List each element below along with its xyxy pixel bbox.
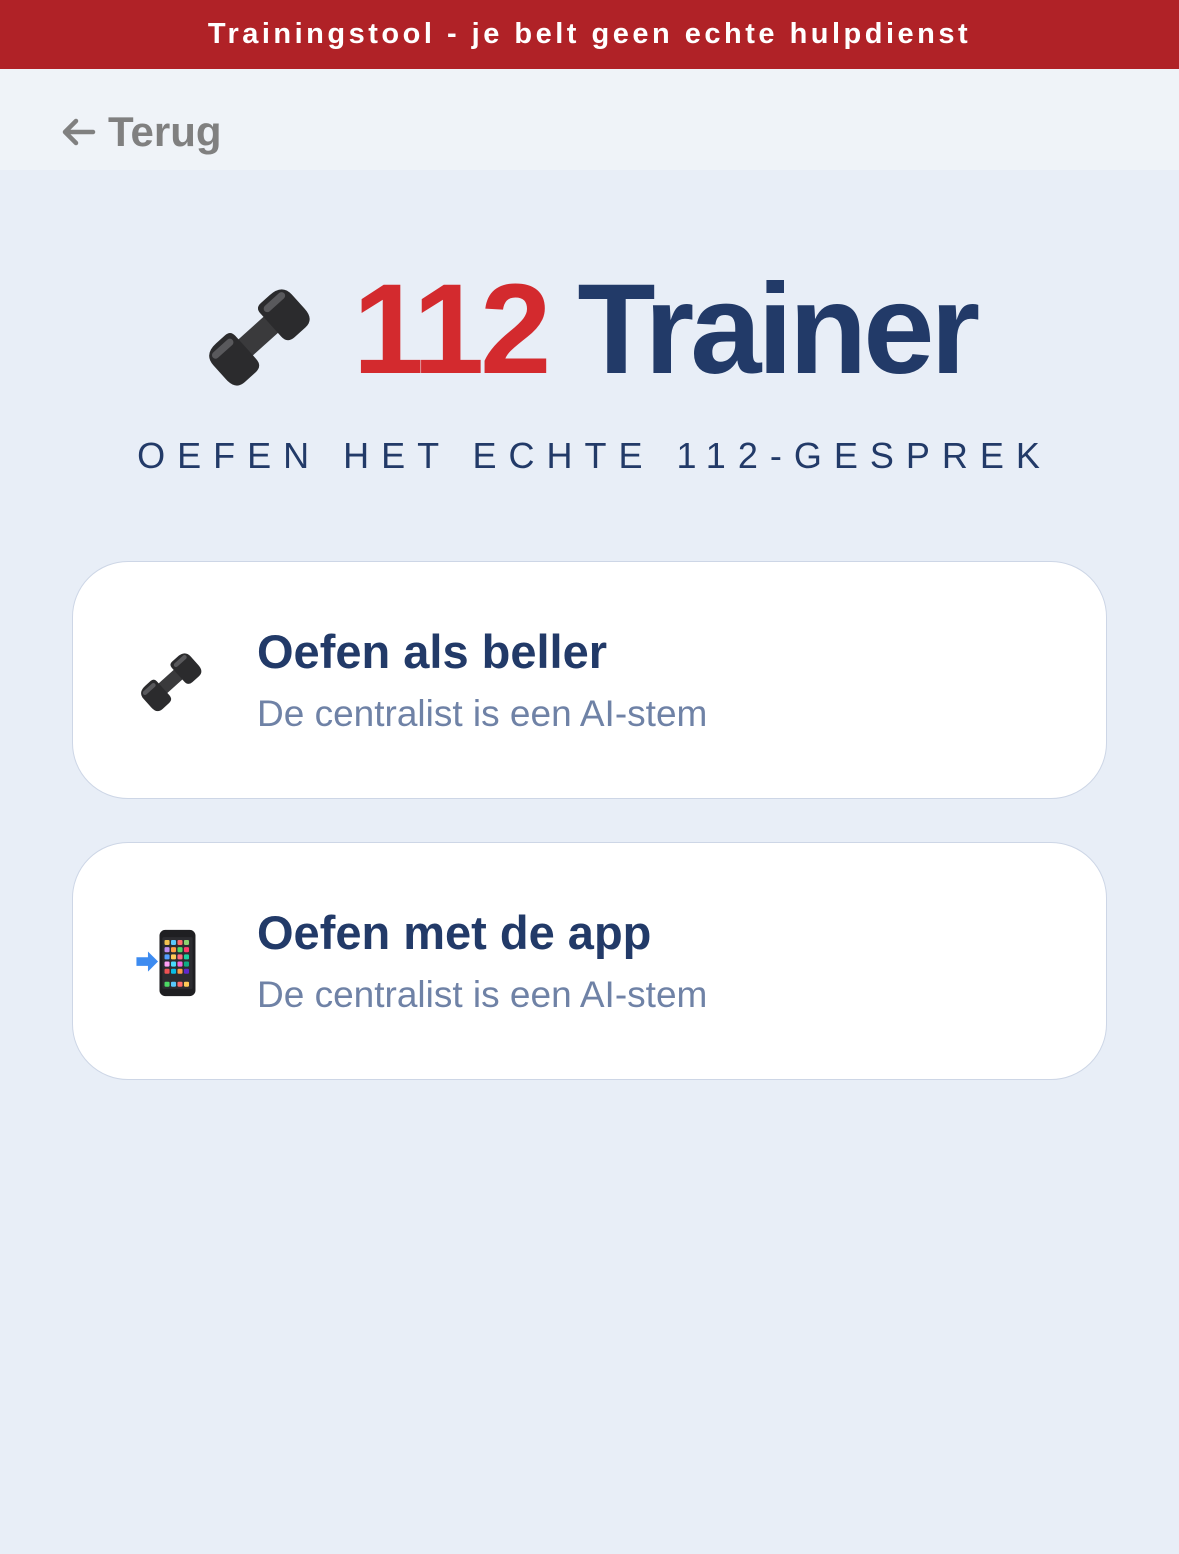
back-button[interactable]: Terug [60, 107, 222, 157]
telephone-receiver-icon [209, 289, 310, 386]
back-label: Terug [108, 108, 222, 155]
top-navigation-bar: Terug [0, 69, 1179, 170]
telephone-receiver-icon [141, 653, 202, 712]
app-title-number: 112 [352, 258, 551, 401]
option-subtitle: De centralist is een AI-stem [257, 974, 708, 1015]
option-title: Oefen met de app [257, 906, 652, 959]
practice-with-app-option[interactable]: Oefen met de app De centralist is een AI… [72, 842, 1107, 1080]
banner-text: Trainingstool - je belt geen echte hulpd… [207, 18, 972, 50]
app-header: 112 Trainer [0, 260, 1179, 400]
option-title: Oefen als beller [257, 625, 608, 678]
option-subtitle: De centralist is een AI-stem [257, 693, 708, 734]
practice-as-caller-option[interactable]: Oefen als beller De centralist is een AI… [72, 561, 1107, 799]
arrow-left-icon [62, 118, 96, 146]
app-title-word: Trainer [577, 258, 980, 401]
tagline: OEFEN HET ECHTE 112-GESPREK [137, 435, 1052, 476]
mobile-phone-arrow-icon [136, 929, 196, 997]
training-warning-banner: Trainingstool - je belt geen echte hulpd… [0, 0, 1179, 69]
